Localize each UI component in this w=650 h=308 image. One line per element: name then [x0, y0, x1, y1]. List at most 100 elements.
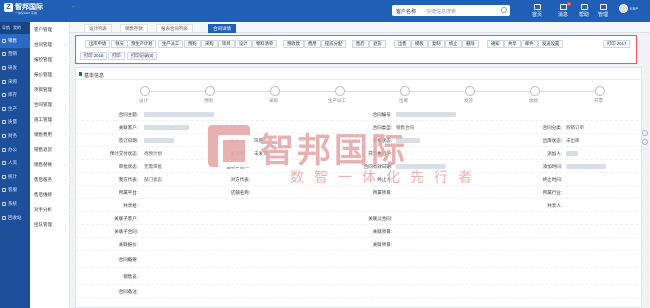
- toolbar-button[interactable]: 费用: [304, 40, 321, 48]
- sidebar-item-stats[interactable]: 统计: [0, 170, 30, 184]
- submenu-item[interactable]: 团队管理 ›: [30, 217, 69, 232]
- submenu-item[interactable]: 销售退货 ›: [30, 142, 69, 157]
- step-label: 发货: [464, 98, 473, 103]
- submenu-item[interactable]: 对手分析 ›: [30, 202, 69, 217]
- field-label: 合同类型:: [372, 125, 392, 130]
- sidebar-item-system[interactable]: 系统: [0, 197, 30, 211]
- form-row: 预计交付状态: 待预计划 发货状态: 未发货 开票执行中: 添加人:: [76, 147, 643, 160]
- user-name[interactable]: ERP: [630, 6, 638, 11]
- toolbar-button[interactable]: 提成分配: [321, 40, 347, 48]
- step-receipt-circle[interactable]: [530, 86, 540, 96]
- toolbar-button[interactable]: 删除: [462, 40, 479, 48]
- field-label: 发货状态:: [230, 151, 250, 156]
- sidebar-item-quality[interactable]: 质量: [0, 116, 30, 130]
- sidebar-item-rd[interactable]: 研发: [0, 61, 30, 75]
- toolbar-button[interactable]: 预收款: [283, 40, 304, 48]
- avatar[interactable]: [619, 4, 628, 13]
- toolbar-button[interactable]: 模板: [411, 40, 428, 48]
- nav-tab[interactable]: 导航: [2, 25, 10, 31]
- form-row: 关联子客户: 关联父合同:: [76, 212, 643, 225]
- search-input[interactable]: 快捷信息搜索: [426, 8, 456, 15]
- toolbar-button[interactable]: 复制: [428, 40, 445, 48]
- customer-value[interactable]: [144, 125, 189, 130]
- sidebar-item-service[interactable]: 客服: [0, 184, 30, 198]
- toolbar-button[interactable]: 预购: [184, 40, 201, 48]
- toolbar-button[interactable]: 售后: [352, 40, 369, 48]
- submenu-item[interactable]: 售后维修 ›: [30, 187, 69, 202]
- tab-sales-deposit[interactable]: 销售存款: [120, 24, 148, 33]
- search-icon[interactable]: [501, 7, 507, 13]
- message-button[interactable]: 消息 2: [558, 2, 572, 18]
- submenu-item[interactable]: 施工管理 ›: [30, 112, 69, 127]
- tab-scroll-left-icon[interactable]: «: [72, 4, 75, 10]
- submenu-item[interactable]: 报价管理 ›: [30, 67, 69, 82]
- toolbar-button[interactable]: 打印 2016: [80, 52, 108, 60]
- chevron-right-icon: ›: [64, 117, 66, 122]
- step-production-circle[interactable]: [335, 86, 345, 96]
- toolbar-button[interactable]: 生产派工: [158, 40, 184, 48]
- sidebar-item-recycle[interactable]: 回收站: [0, 211, 30, 225]
- sidebar-item-office[interactable]: 办公: [0, 143, 30, 157]
- form-row: 我方代表: 部门状态 对方代表: 终止人: 终止时间:: [76, 173, 643, 186]
- toolbar-button[interactable]: 邮件: [521, 40, 538, 48]
- toolbar-button[interactable]: 共享: [504, 40, 521, 48]
- sidebar-item-hr[interactable]: 人资: [0, 156, 30, 170]
- submenu-item[interactable]: 销售替换 ›: [30, 157, 69, 172]
- submenu-item[interactable]: 售后服务 ›: [30, 172, 69, 187]
- toolbar-button[interactable]: 出库申请: [85, 40, 111, 48]
- toolbar-button[interactable]: 物料清单: [252, 40, 278, 48]
- toolbar-button[interactable]: 设计: [235, 40, 252, 48]
- form-row: 合同备注:: [76, 285, 643, 298]
- refresh-icon[interactable]: [642, 130, 648, 136]
- toolbar-button[interactable]: 发送设置: [538, 40, 564, 48]
- step-purchase-circle[interactable]: [270, 86, 280, 96]
- toolbar-button[interactable]: 终止: [445, 40, 462, 48]
- tab-contract-report[interactable]: 报表合同列表: [156, 24, 193, 33]
- toolbar-button[interactable]: 打印 2017: [603, 40, 631, 48]
- submenu-item[interactable]: 合同管理 ›: [30, 37, 69, 52]
- submenu-item[interactable]: 销售费用 ›: [30, 127, 69, 142]
- toolbar-button[interactable]: 出售: [394, 40, 411, 48]
- toolbar-button[interactable]: 退货: [369, 40, 386, 48]
- step-precurement-circle[interactable]: [205, 86, 215, 96]
- sidebar-item-sales[interactable]: 销售: [0, 34, 30, 48]
- sidebar-item-purchase[interactable]: 采购: [0, 75, 30, 89]
- manage-button[interactable]: 管理: [598, 4, 608, 18]
- field-label: 签订日期:: [118, 138, 138, 143]
- home-button[interactable]: 首页: [532, 4, 542, 18]
- step-design-circle[interactable]: [140, 86, 150, 96]
- settings-icon[interactable]: [642, 139, 648, 145]
- step-connector: [215, 91, 270, 92]
- form-row: 审批状态: 无需审批 当前审批人: 合同有效日期: 添加时间:: [76, 160, 643, 173]
- toolbar-button[interactable]: 采购: [201, 40, 218, 48]
- help-button[interactable]: 帮助: [579, 4, 589, 18]
- search-scope-select[interactable]: 客户名称: [396, 8, 416, 15]
- toolbar-button[interactable]: 预生产计划: [127, 40, 157, 48]
- toolbar-button[interactable]: 打印记录(0): [127, 52, 158, 60]
- tab-contract-detail[interactable]: 合同详情: [208, 24, 236, 33]
- sidebar-item-inventory[interactable]: 库存: [0, 88, 30, 102]
- field-label: 关联父合同:: [368, 216, 392, 221]
- toolbar-button[interactable]: 领况: [111, 40, 128, 48]
- step-label: 出库: [399, 98, 408, 103]
- toolbar-button[interactable]: 通知: [487, 40, 504, 48]
- sidebar-item-marketing[interactable]: 营销: [0, 48, 30, 62]
- sidebar-item-production[interactable]: 生产: [0, 102, 30, 116]
- sidebar-item-finance[interactable]: 财务: [0, 129, 30, 143]
- step-invoice-circle[interactable]: [595, 86, 605, 96]
- submenu-item[interactable]: 合同管理 ›: [30, 97, 69, 112]
- mine-tab[interactable]: 我的: [13, 25, 21, 31]
- step-outbound-circle[interactable]: [400, 86, 410, 96]
- field-label: 合同备注:: [118, 289, 138, 294]
- finance-icon: [2, 133, 6, 138]
- submenu-item[interactable]: 客户管理 ›: [30, 22, 69, 37]
- global-search[interactable]: 客户名称 快捷信息搜索: [392, 5, 510, 16]
- field-label: 共享给:: [123, 203, 138, 208]
- tab-design-list[interactable]: 设计列表: [84, 24, 112, 33]
- toolbar-button[interactable]: 打印: [108, 52, 125, 60]
- field-label: 关联客户:: [118, 125, 138, 130]
- step-ship-circle[interactable]: [465, 86, 475, 96]
- submenu-item[interactable]: 项目管理 ›: [30, 82, 69, 97]
- toolbar-button[interactable]: 项目: [218, 40, 235, 48]
- submenu-item[interactable]: 报检管理 ›: [30, 52, 69, 67]
